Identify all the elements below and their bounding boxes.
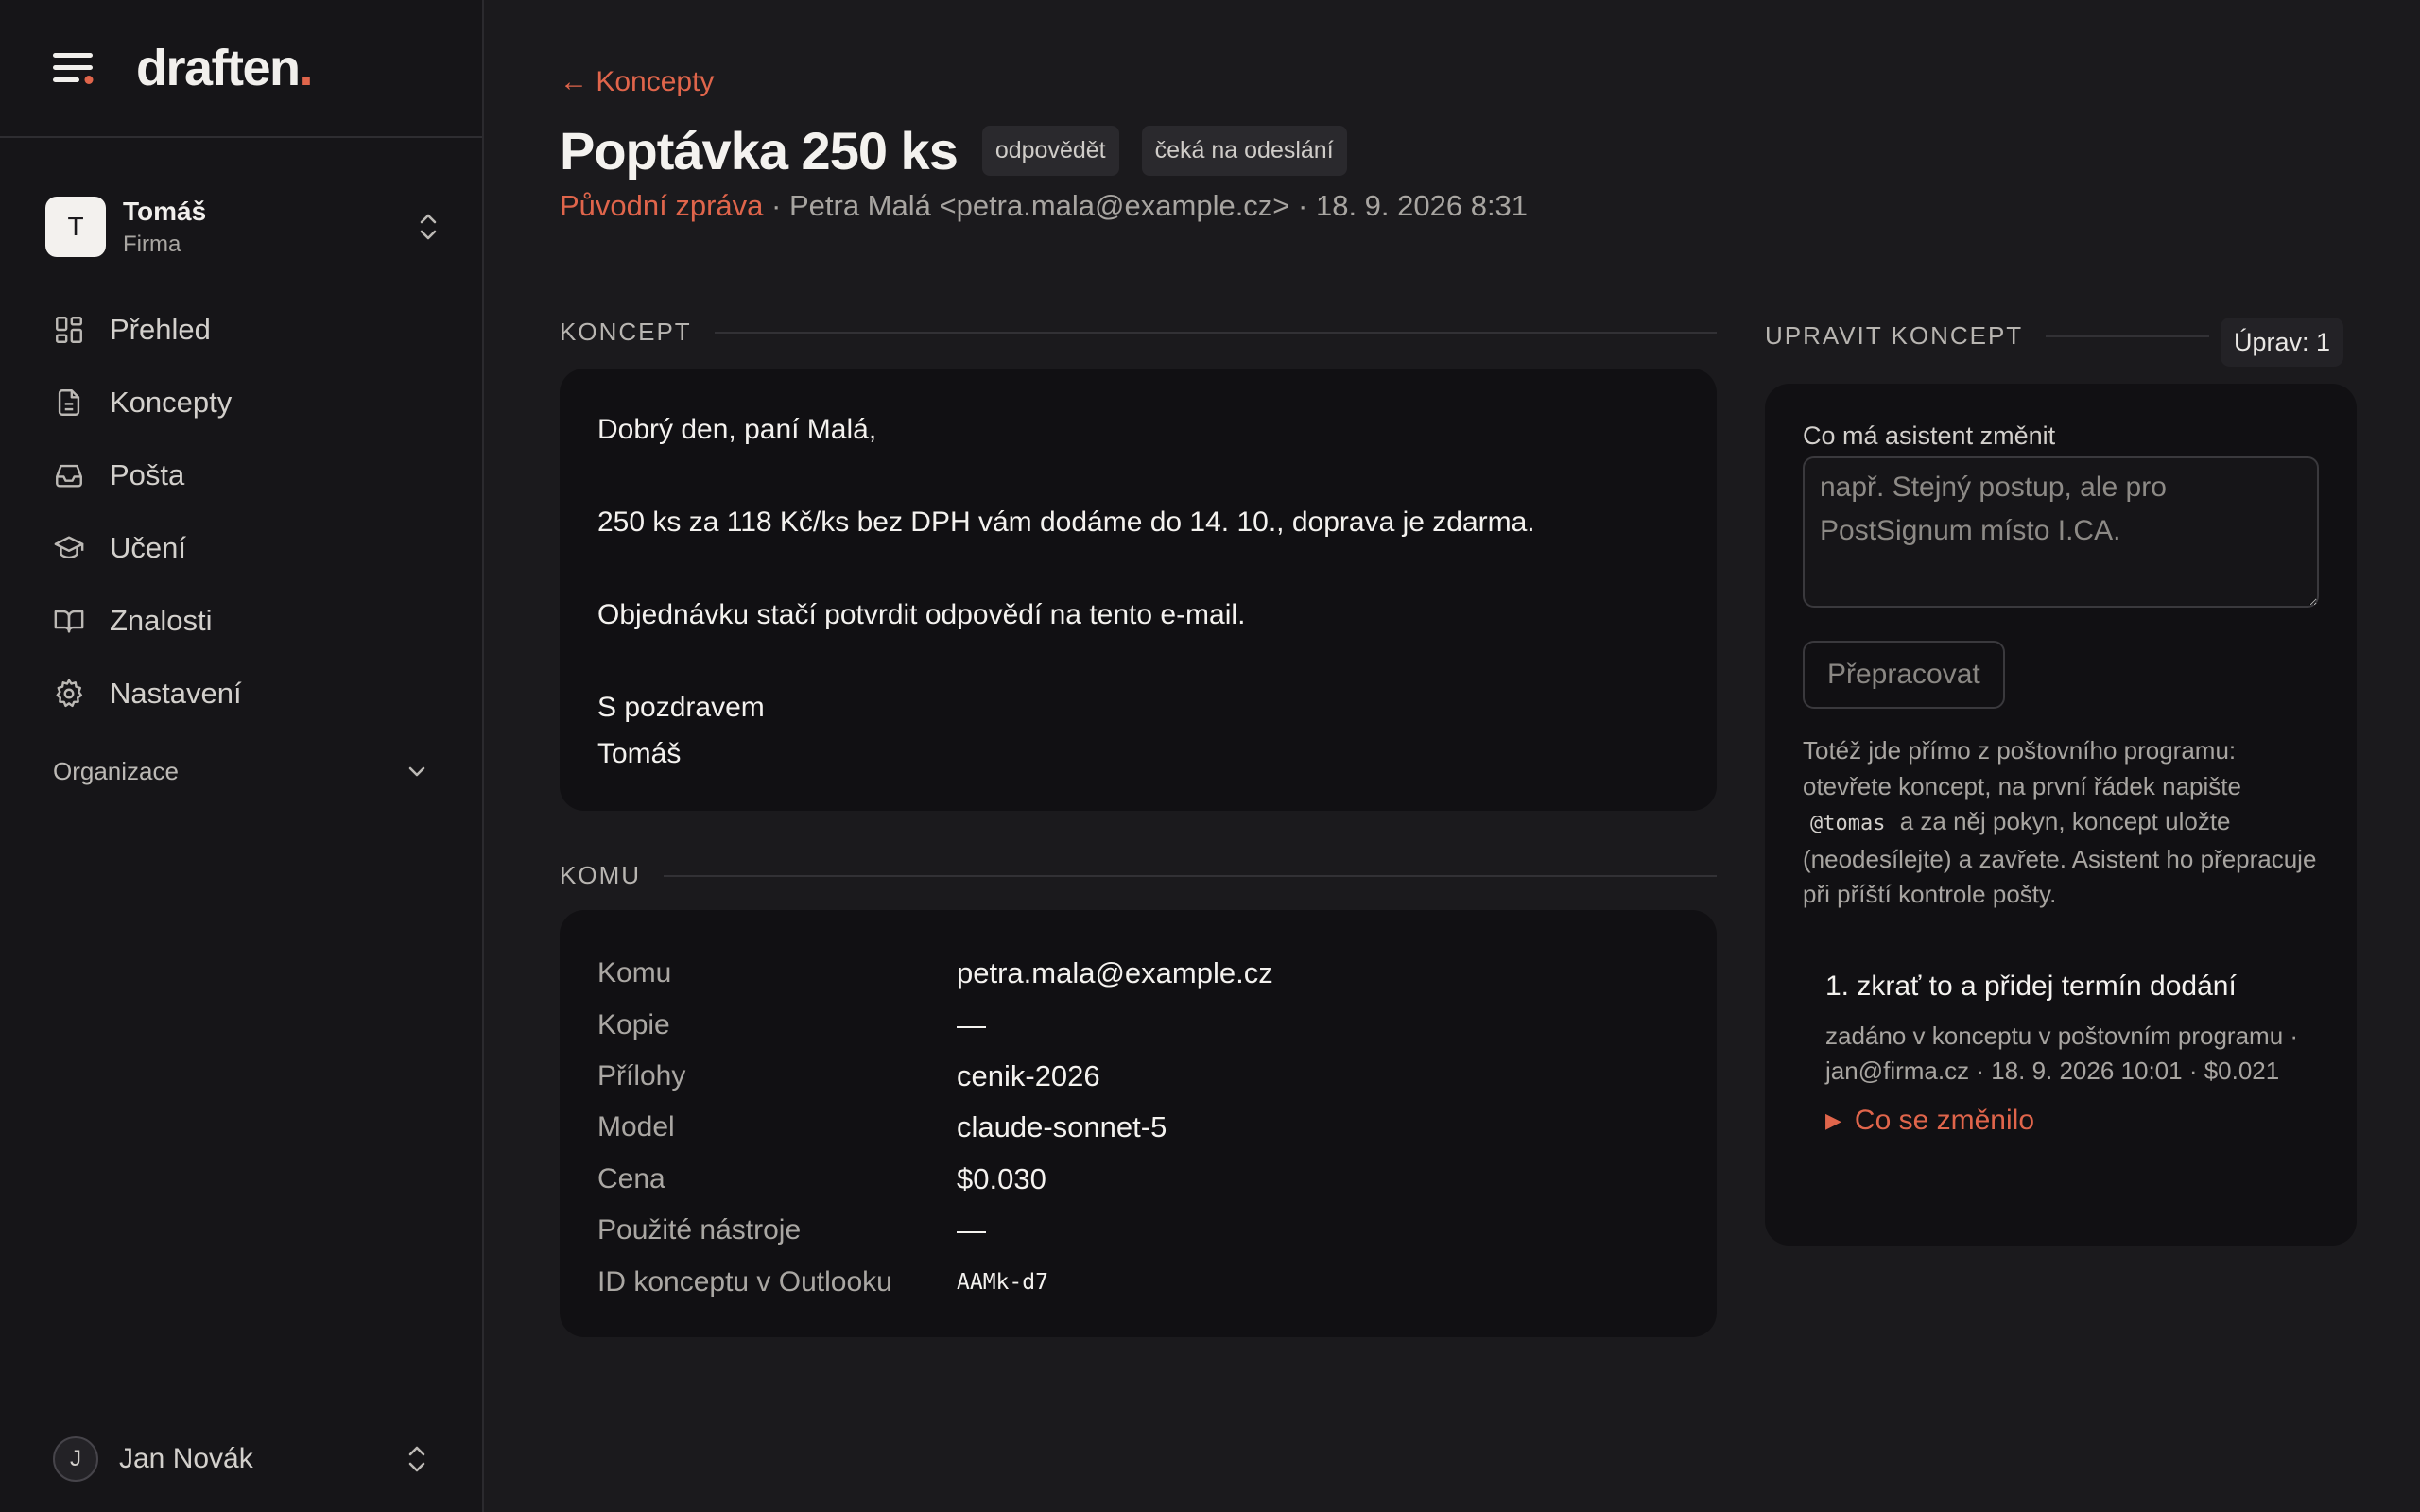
sidebar-item-label: Přehled [110, 312, 211, 346]
detail-key: Přílohy [597, 1059, 686, 1091]
draft-line: 250 ks za 118 Kč/ks bez DPH vám dodáme d… [597, 507, 1535, 538]
detail-row: Model claude-sonnet-5 [597, 1102, 1679, 1153]
message-meta-text: · Petra Malá <petra.mala@example.cz> · 1… [763, 189, 1529, 222]
original-message-link[interactable]: Původní zpráva [560, 189, 763, 222]
edit-count-badge: Úprav: 1 [2221, 318, 2344, 367]
detail-value: — [957, 1213, 986, 1247]
workspace-subtitle: Firma [123, 232, 182, 257]
status-badge: čeká na odeslání [1141, 125, 1347, 176]
workspace-switcher[interactable]: T Tomáš Firma [45, 191, 441, 263]
detail-row: Použité nástroje — [597, 1205, 1679, 1256]
revision-meta: zadáno v konceptu v poštovním programu ·… [1825, 1021, 2299, 1086]
draft-blank-line [597, 453, 1679, 499]
divider [664, 874, 1717, 877]
detail-key: Kopie [597, 1008, 670, 1040]
sidebar-item-znalosti[interactable]: Znalosti [0, 584, 482, 657]
detail-key: ID konceptu v Outlooku [597, 1265, 892, 1297]
recipients-section-label: KOMU [560, 861, 1717, 890]
message-meta: Původní zpráva · Petra Malá <petra.mala@… [560, 183, 1581, 229]
detail-key: Model [597, 1111, 675, 1143]
user-name: Jan Novák [119, 1443, 253, 1474]
inbox-icon [56, 464, 82, 488]
detail-value: $0.030 [957, 1161, 1046, 1195]
chevron-up-down-icon [420, 214, 437, 240]
detail-row: Kopie — [597, 999, 1679, 1050]
sidebar-item-label: Učení [110, 530, 186, 564]
user-menu[interactable]: J Jan Novák [53, 1433, 429, 1486]
divider [714, 331, 1717, 334]
draft-section-label: KONCEPT [560, 318, 1717, 347]
detail-key: Cena [597, 1162, 666, 1194]
page-title: Poptávka 250 ks [560, 120, 959, 180]
rework-button[interactable]: Přepracovat [1803, 641, 2005, 709]
draft-line: Objednávku stačí potvrdit odpovědí na te… [597, 599, 1246, 630]
chevron-down-icon [408, 766, 425, 777]
sidebar-item-uceni[interactable]: Učení [0, 511, 482, 584]
sidebar: draften. T Tomáš Firma Přehled Koncepty … [0, 0, 484, 1512]
sidebar-item-koncepty[interactable]: Koncepty [0, 366, 482, 438]
revision-item: 1. zkrať to a přidej termín dodání zadán… [1803, 968, 2319, 1137]
revision-toggle-label: Co se změnilo [1854, 1104, 2034, 1136]
revision-changes-toggle[interactable]: ▶ Co se změnilo [1825, 1105, 2319, 1137]
sidebar-item-label: Znalosti [110, 603, 213, 637]
instruction-label: Co má asistent změnit [1803, 421, 2056, 450]
detail-value: — [957, 1007, 986, 1041]
organization-toggle[interactable]: Organizace [53, 745, 429, 798]
draft-line: S pozdravem [597, 692, 765, 723]
detail-value: petra.mala@example.cz [957, 956, 1273, 990]
draft-blank-line [597, 638, 1679, 684]
main-content: ← Koncepty Poptávka 250 ks odpovědět ček… [484, 0, 2420, 1512]
sidebar-item-nastaveni[interactable]: Nastavení [0, 657, 482, 730]
status-badge: odpovědět [981, 125, 1119, 176]
gear-icon [56, 679, 83, 707]
edit-section-label: UPRAVIT KONCEPT [1765, 321, 2209, 351]
graduation-cap-icon [54, 535, 84, 558]
revision-title: 1. zkrať to a přidej termín dodání [1825, 970, 2237, 1002]
triangle-right-icon: ▶ [1825, 1108, 1841, 1132]
sidebar-nav: Přehled Koncepty Pošta Učení Znalosti Na… [0, 293, 482, 730]
edit-card: Co má asistent změnit Přepracovat Totéž … [1765, 384, 2357, 1246]
app-window: draften. T Tomáš Firma Přehled Koncepty … [0, 0, 2420, 1512]
workspace-name: Tomáš [123, 197, 207, 226]
divider [2046, 335, 2209, 337]
draft-blank-line [597, 545, 1679, 592]
recipients-card: Komu petra.mala@example.cz Kopie — Přílo… [560, 910, 1717, 1337]
sidebar-item-label: Koncepty [110, 385, 233, 419]
section-title: KOMU [560, 861, 641, 889]
title-row: Poptávka 250 ks odpovědět čeká na odeslá… [560, 115, 1370, 185]
sidebar-item-prehled[interactable]: Přehled [0, 293, 482, 366]
detail-row: Přílohy cenik-2026 [597, 1051, 1679, 1102]
section-title: UPRAVIT KONCEPT [1765, 321, 2024, 350]
back-link[interactable]: ← Koncepty [560, 66, 714, 98]
detail-row: ID konceptu v Outlooku AAMk-d7 [597, 1256, 1679, 1307]
detail-value: AAMk-d7 [957, 1269, 1048, 1295]
help-text: Totéž jde přímo z poštovního programu: o… [1803, 736, 2317, 908]
draft-line: Dobrý den, paní Malá, [597, 414, 877, 445]
detail-value: claude-sonnet-5 [957, 1110, 1167, 1144]
instruction-input[interactable] [1803, 456, 2319, 608]
detail-key: Použité nástroje [597, 1214, 802, 1246]
chevron-up-down-icon [408, 1446, 425, 1472]
dashboard-icon [56, 316, 82, 343]
draft-card: Dobrý den, paní Malá, 250 ks za 118 Kč/k… [560, 369, 1717, 811]
sidebar-item-posta[interactable]: Pošta [0, 438, 482, 511]
book-icon [54, 610, 84, 633]
menu-icon[interactable] [53, 50, 96, 86]
detail-value: cenik-2026 [957, 1058, 1100, 1092]
sidebar-item-label: Pošta [110, 457, 185, 491]
brand-logo[interactable]: draften. [136, 39, 313, 97]
document-icon [58, 388, 80, 416]
avatar: J [53, 1436, 98, 1482]
detail-row: Komu petra.mala@example.cz [597, 948, 1679, 999]
mention-code: @tomas [1810, 812, 1886, 835]
draft-line: Tomáš [597, 738, 682, 769]
organization-label: Organizace [53, 756, 179, 785]
section-title: KONCEPT [560, 318, 692, 346]
detail-key: Komu [597, 957, 672, 989]
brand-header: draften. [0, 0, 482, 138]
workspace-avatar: T [45, 197, 106, 257]
detail-row: Cena $0.030 [597, 1154, 1679, 1205]
sidebar-item-label: Nastavení [110, 676, 242, 710]
